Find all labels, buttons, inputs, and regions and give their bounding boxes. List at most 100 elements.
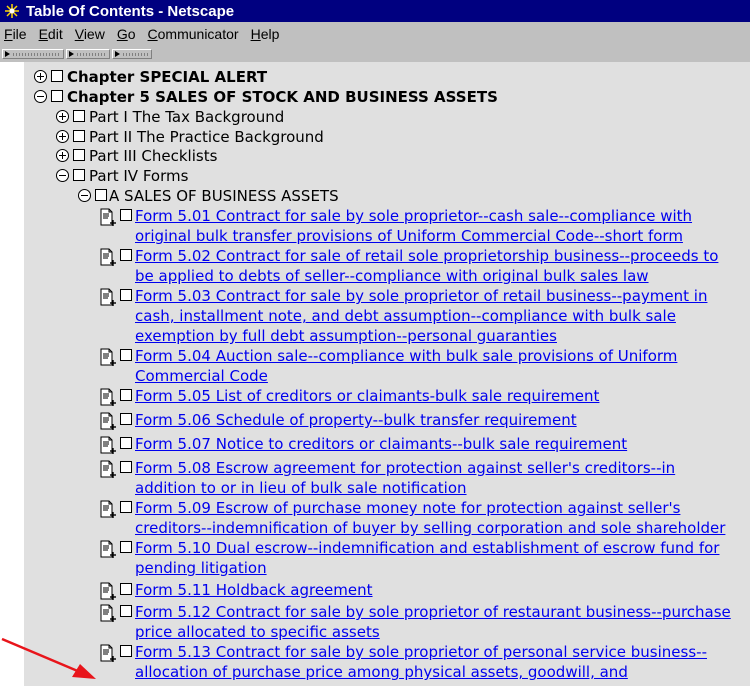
document-add-icon[interactable] <box>100 348 117 367</box>
expand-arrow-icon <box>69 51 74 57</box>
chapter-label: Chapter 5 SALES OF STOCK AND BUSINESS AS… <box>67 88 498 106</box>
tree-item-part-2[interactable]: Part II The Practice Background <box>56 127 324 147</box>
select-checkbox[interactable] <box>120 413 132 425</box>
form-link[interactable]: Form 5.06 Schedule of property--bulk tra… <box>135 410 577 430</box>
collapse-minus-icon[interactable] <box>56 169 69 182</box>
part-label: Part IV Forms <box>89 167 189 185</box>
tree-item-chapter-5[interactable]: Chapter 5 SALES OF STOCK AND BUSINESS AS… <box>34 87 498 107</box>
toolbar-grip-navigation[interactable] <box>2 49 64 59</box>
menu-view[interactable]: View <box>69 26 111 42</box>
tree-item-chapter-special-alert[interactable]: Chapter SPECIAL ALERT <box>34 67 267 87</box>
expand-arrow-icon <box>5 51 10 57</box>
menu-communicator[interactable]: Communicator <box>142 26 245 42</box>
window-titlebar: Table Of Contents - Netscape <box>0 0 750 22</box>
form-link[interactable]: Form 5.11 Holdback agreement <box>135 580 373 600</box>
select-checkbox[interactable] <box>95 189 107 201</box>
expand-plus-icon[interactable] <box>34 70 47 83</box>
expand-arrow-icon <box>115 51 120 57</box>
tree-item-part-3[interactable]: Part III Checklists <box>56 146 217 166</box>
menu-file[interactable]: File <box>0 26 33 42</box>
form-link[interactable]: Form 5.03 Contract for sale by sole prop… <box>135 286 740 346</box>
collapse-minus-icon[interactable] <box>34 90 47 103</box>
select-checkbox[interactable] <box>73 169 85 181</box>
part-label: Part II The Practice Background <box>89 128 324 146</box>
select-checkbox[interactable] <box>120 349 132 361</box>
form-link[interactable]: Form 5.07 Notice to creditors or claiman… <box>135 434 627 454</box>
tree-item-form[interactable]: Form 5.13 Contract for sale by sole prop… <box>100 642 740 682</box>
tree-item-form[interactable]: Form 5.02 Contract for sale of retail so… <box>100 246 740 286</box>
select-checkbox[interactable] <box>120 583 132 595</box>
select-checkbox[interactable] <box>120 437 132 449</box>
toolbar-grip-personal[interactable] <box>112 49 152 59</box>
tree-item-form[interactable]: Form 5.11 Holdback agreement <box>100 580 740 601</box>
document-add-icon[interactable] <box>100 412 117 431</box>
menu-help[interactable]: Help <box>245 26 286 42</box>
tree-item-form[interactable]: Form 5.12 Contract for sale by sole prop… <box>100 602 740 642</box>
select-checkbox[interactable] <box>51 90 63 102</box>
document-add-icon[interactable] <box>100 288 117 307</box>
collapsed-toolbars <box>0 46 750 63</box>
document-add-icon[interactable] <box>100 604 117 623</box>
expand-plus-icon[interactable] <box>56 130 69 143</box>
tree-item-form[interactable]: Form 5.04 Auction sale--compliance with … <box>100 346 740 386</box>
menu-edit[interactable]: Edit <box>33 26 69 42</box>
tree-item-form[interactable]: Form 5.07 Notice to creditors or claiman… <box>100 434 740 455</box>
select-checkbox[interactable] <box>120 389 132 401</box>
select-checkbox[interactable] <box>73 110 85 122</box>
chapter-label: Chapter SPECIAL ALERT <box>67 68 268 86</box>
select-checkbox[interactable] <box>120 541 132 553</box>
document-add-icon[interactable] <box>100 436 117 455</box>
tree-item-form[interactable]: Form 5.05 List of creditors or claimants… <box>100 386 740 407</box>
select-checkbox[interactable] <box>120 461 132 473</box>
toolbar-grip-location[interactable] <box>66 49 110 59</box>
annotation-arrow <box>1 637 96 679</box>
form-link[interactable]: Form 5.04 Auction sale--compliance with … <box>135 346 740 386</box>
select-checkbox[interactable] <box>120 209 132 221</box>
form-link[interactable]: Form 5.12 Contract for sale by sole prop… <box>135 602 740 642</box>
form-link[interactable]: Form 5.02 Contract for sale of retail so… <box>135 246 740 286</box>
toc-content-area: Chapter SPECIAL ALERT Chapter 5 SALES OF… <box>0 62 750 686</box>
select-checkbox[interactable] <box>73 149 85 161</box>
select-checkbox[interactable] <box>120 605 132 617</box>
select-checkbox[interactable] <box>120 249 132 261</box>
document-add-icon[interactable] <box>100 248 117 267</box>
expand-plus-icon[interactable] <box>56 110 69 123</box>
part-label: Part III Checklists <box>89 147 218 165</box>
form-link[interactable]: Form 5.10 Dual escrow--indemnification a… <box>135 538 740 578</box>
menu-go[interactable]: Go <box>111 26 142 42</box>
tree-item-form[interactable]: Form 5.08 Escrow agreement for protectio… <box>100 458 740 498</box>
select-checkbox[interactable] <box>120 501 132 513</box>
netscape-logo-icon <box>4 3 20 19</box>
tree-item-section-a[interactable]: A SALES OF BUSINESS ASSETS <box>78 186 339 206</box>
menu-bar: File Edit View Go Communicator Help <box>0 22 750 46</box>
tree-item-form[interactable]: Form 5.09 Escrow of purchase money note … <box>100 498 740 538</box>
form-link[interactable]: Form 5.05 List of creditors or claimants… <box>135 386 599 406</box>
select-checkbox[interactable] <box>73 130 85 142</box>
collapse-minus-icon[interactable] <box>78 189 91 202</box>
tree-item-form[interactable]: Form 5.01 Contract for sale by sole prop… <box>100 206 740 246</box>
tree-item-form[interactable]: Form 5.06 Schedule of property--bulk tra… <box>100 410 740 431</box>
part-label: Part I The Tax Background <box>89 108 285 126</box>
document-add-icon[interactable] <box>100 500 117 519</box>
document-add-icon[interactable] <box>100 460 117 479</box>
tree-item-part-1[interactable]: Part I The Tax Background <box>56 107 284 127</box>
form-link[interactable]: Form 5.08 Escrow agreement for protectio… <box>135 458 740 498</box>
form-link[interactable]: Form 5.01 Contract for sale by sole prop… <box>135 206 740 246</box>
document-add-icon[interactable] <box>100 208 117 227</box>
document-add-icon[interactable] <box>100 540 117 559</box>
document-add-icon[interactable] <box>100 582 117 601</box>
form-link[interactable]: Form 5.09 Escrow of purchase money note … <box>135 498 740 538</box>
tree-item-form[interactable]: Form 5.03 Contract for sale by sole prop… <box>100 286 740 346</box>
tree-item-part-4[interactable]: Part IV Forms <box>56 166 188 186</box>
form-link[interactable]: Form 5.13 Contract for sale by sole prop… <box>135 642 740 682</box>
select-checkbox[interactable] <box>120 645 132 657</box>
expand-plus-icon[interactable] <box>56 149 69 162</box>
toc-tree: Chapter SPECIAL ALERT Chapter 5 SALES OF… <box>24 62 750 686</box>
section-label: A SALES OF BUSINESS ASSETS <box>109 187 339 205</box>
select-checkbox[interactable] <box>120 289 132 301</box>
tree-item-form[interactable]: Form 5.10 Dual escrow--indemnification a… <box>100 538 740 578</box>
select-checkbox[interactable] <box>51 70 63 82</box>
document-add-icon[interactable] <box>100 388 117 407</box>
window-title: Table Of Contents - Netscape <box>26 2 235 20</box>
document-add-icon[interactable] <box>100 644 117 663</box>
